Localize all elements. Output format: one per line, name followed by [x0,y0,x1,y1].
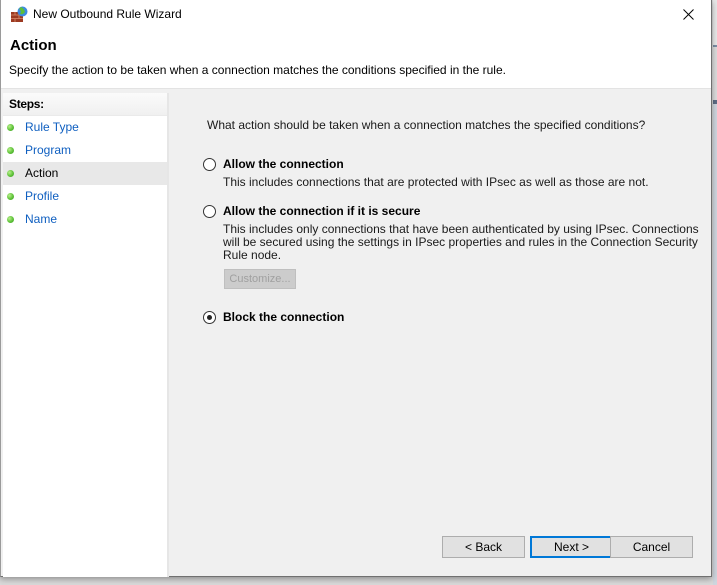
back-button[interactable]: < Back [442,536,525,558]
firewall-globe-icon [11,6,28,22]
step-label: Program [25,143,72,157]
steps-panel: Steps: Rule Type Program Action Profile … [3,93,169,577]
allow-secure-description-line: Rule node. [223,248,282,262]
step-status-icon [7,193,14,200]
action-question: What action should be taken when a conne… [207,118,646,132]
step-program[interactable]: Program [3,139,167,162]
action-content: What action should be taken when a conne… [169,89,711,576]
desktop-background [713,0,717,585]
step-status-icon [7,147,14,154]
step-label: Action [25,166,59,180]
step-status-icon [7,216,14,223]
allow-label[interactable]: Allow the connection [223,157,344,171]
step-label: Rule Type [25,120,79,134]
step-action: Action [3,162,167,185]
close-button[interactable] [665,0,711,29]
allow-secure-radio[interactable] [203,205,216,218]
wizard-body: Steps: Rule Type Program Action Profile … [1,89,711,577]
page-title: Action [10,37,57,54]
customize-button: Customize... [224,269,296,289]
steps-heading: Steps: [3,93,167,116]
close-icon [682,9,694,20]
allow-description: This includes connections that are prote… [223,175,649,189]
allow-radio[interactable] [203,158,216,171]
allow-secure-label[interactable]: Allow the connection if it is secure [223,204,420,218]
window-title: New Outbound Rule Wizard [33,7,182,21]
step-label: Profile [25,189,60,203]
step-status-icon [7,124,14,131]
step-profile[interactable]: Profile [3,185,167,208]
cancel-button[interactable]: Cancel [610,536,693,558]
allow-secure-description-line: will be secured using the settings in IP… [223,235,698,249]
block-radio[interactable] [203,311,216,324]
block-label[interactable]: Block the connection [223,310,344,324]
wizard-header: Action Specify the action to be taken wh… [1,29,711,89]
title-bar: New Outbound Rule Wizard [1,0,711,29]
step-status-icon [7,170,14,177]
page-description: Specify the action to be taken when a co… [9,63,506,77]
wizard-window: New Outbound Rule Wizard Action Specify … [0,0,712,577]
step-label: Name [25,212,58,226]
step-rule-type[interactable]: Rule Type [3,116,167,139]
next-button[interactable]: Next > [530,536,613,558]
step-name[interactable]: Name [3,208,167,231]
